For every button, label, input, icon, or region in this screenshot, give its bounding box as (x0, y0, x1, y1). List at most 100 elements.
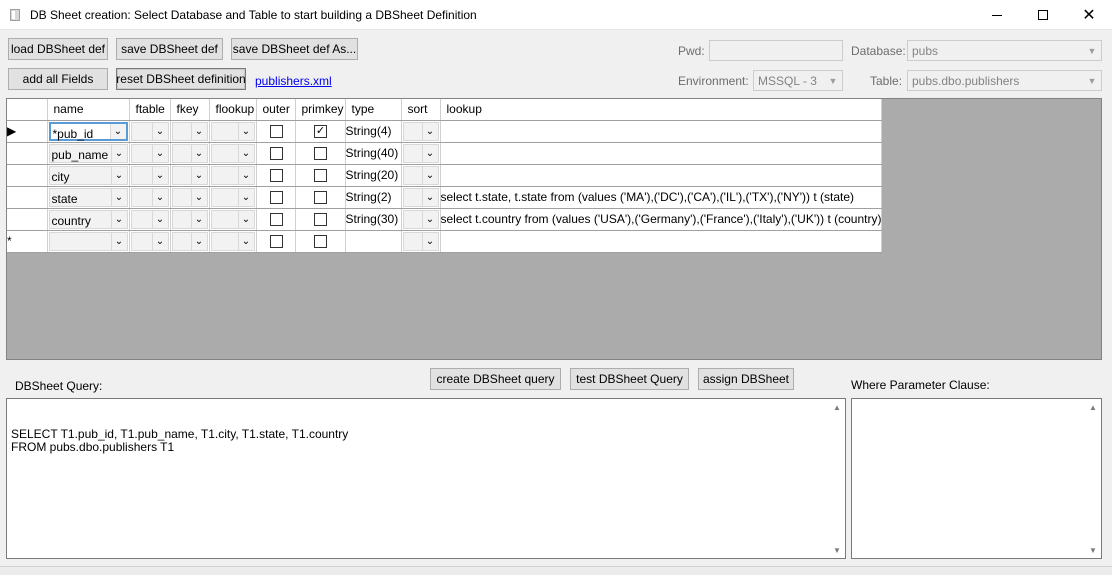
type-cell[interactable]: String(20) (345, 164, 402, 187)
flookup-combo[interactable]: ⌄ (210, 165, 255, 185)
chevron-down-icon[interactable]: ⌄ (151, 144, 168, 162)
flookup-cell[interactable]: ⌄ (209, 230, 257, 253)
scroll-down-icon[interactable]: ▼ (831, 544, 843, 556)
lookup-cell[interactable] (440, 142, 883, 165)
row-indicator[interactable]: * (7, 230, 48, 253)
lookup-cell[interactable]: select t.state, t.state from (values ('M… (440, 186, 883, 209)
type-cell[interactable]: String(2) (345, 186, 402, 209)
fkey-cell[interactable]: ⌄ (170, 120, 210, 143)
name-cell[interactable]: state ⌄ (47, 186, 130, 209)
table-row[interactable]: city ⌄ ⌄ ⌄ ⌄ String(20) ⌄ (7, 164, 883, 187)
sort-combo[interactable]: ⌄ (402, 187, 439, 207)
flookup-cell[interactable]: ⌄ (209, 186, 257, 209)
chevron-down-icon[interactable]: ⌄ (237, 232, 254, 250)
chevron-down-icon[interactable]: ⌄ (190, 232, 207, 250)
flookup-combo[interactable]: ⌄ (210, 121, 255, 141)
sort-cell[interactable]: ⌄ (401, 208, 441, 231)
maximize-button[interactable] (1020, 0, 1066, 30)
column-header-name[interactable]: name (47, 99, 130, 121)
sort-combo[interactable]: ⌄ (402, 209, 439, 229)
fkey-combo[interactable]: ⌄ (171, 231, 208, 251)
chevron-down-icon[interactable]: ⌄ (237, 210, 254, 228)
flookup-cell[interactable]: ⌄ (209, 142, 257, 165)
chevron-down-icon[interactable]: ⌄ (151, 166, 168, 184)
chevron-down-icon[interactable]: ⌄ (109, 123, 126, 139)
outer-checkbox[interactable] (269, 169, 283, 182)
outer-checkbox[interactable] (269, 147, 283, 160)
name-combo[interactable]: country ⌄ (48, 209, 128, 229)
lookup-cell[interactable] (440, 120, 883, 143)
fkey-cell[interactable]: ⌄ (170, 186, 210, 209)
fkey-cell[interactable]: ⌄ (170, 230, 210, 253)
load-dbsheet-def-button[interactable]: load DBSheet def (8, 38, 108, 60)
chevron-down-icon[interactable]: ⌄ (151, 210, 168, 228)
table-row[interactable]: state ⌄ ⌄ ⌄ ⌄ String(2) ⌄ select t.state, t.sta… (7, 186, 883, 209)
sort-cell[interactable]: ⌄ (401, 142, 441, 165)
table-row[interactable]: pub_name ⌄ ⌄ ⌄ ⌄ String(40) ⌄ (7, 142, 883, 165)
chevron-down-icon[interactable]: ⌄ (151, 232, 168, 250)
name-cell[interactable]: pub_name ⌄ (47, 142, 130, 165)
type-cell[interactable]: String(30) (345, 208, 402, 231)
fkey-combo[interactable]: ⌄ (171, 143, 208, 163)
column-header-flookup[interactable]: flookup (209, 99, 257, 121)
primkey-checkbox[interactable] (314, 191, 327, 204)
type-cell[interactable]: String(4) (345, 120, 402, 143)
primkey-cell[interactable] (295, 208, 346, 231)
primkey-cell[interactable] (295, 230, 346, 253)
ftable-combo[interactable]: ⌄ (130, 209, 169, 229)
chevron-down-icon[interactable]: ⌄ (190, 210, 207, 228)
save-dbsheet-def-button[interactable]: save DBSheet def (116, 38, 223, 60)
type-cell[interactable]: String(40) (345, 142, 402, 165)
ftable-cell[interactable]: ⌄ (129, 120, 171, 143)
name-cell[interactable]: *pub_id ⌄ (47, 120, 130, 143)
chevron-down-icon[interactable]: ⌄ (421, 144, 438, 162)
outer-cell[interactable] (256, 186, 296, 209)
outer-cell[interactable] (256, 142, 296, 165)
outer-checkbox[interactable] (269, 125, 283, 138)
chevron-down-icon[interactable]: ⌄ (110, 210, 127, 228)
column-header-sort[interactable]: sort (401, 99, 441, 121)
chevron-down-icon[interactable]: ⌄ (237, 122, 254, 140)
sort-combo[interactable]: ⌄ (402, 231, 439, 251)
ftable-cell[interactable]: ⌄ (129, 230, 171, 253)
chevron-down-icon[interactable]: ⌄ (421, 210, 438, 228)
chevron-down-icon[interactable]: ⌄ (421, 122, 438, 140)
primkey-cell[interactable] (295, 186, 346, 209)
primkey-checkbox[interactable] (314, 235, 327, 248)
primkey-cell[interactable] (295, 164, 346, 187)
sort-cell[interactable]: ⌄ (401, 186, 441, 209)
outer-checkbox[interactable] (269, 191, 283, 204)
fkey-combo[interactable]: ⌄ (171, 187, 208, 207)
primkey-checkbox[interactable] (314, 147, 327, 160)
column-header-outer[interactable]: outer (256, 99, 296, 121)
table-row[interactable]: country ⌄ ⌄ ⌄ ⌄ String(30) ⌄ select t.country f… (7, 208, 883, 231)
dbsheet-query-textarea[interactable]: SELECT T1.pub_id, T1.pub_name, T1.city, … (6, 398, 846, 559)
column-header-fkey[interactable]: fkey (170, 99, 210, 121)
save-dbsheet-def-as-button[interactable]: save DBSheet def As... (231, 38, 358, 60)
primkey-cell[interactable] (295, 142, 346, 165)
scroll-down-icon[interactable]: ▼ (1087, 544, 1099, 556)
chevron-down-icon[interactable]: ⌄ (237, 188, 254, 206)
name-cell[interactable]: country ⌄ (47, 208, 130, 231)
create-dbsheet-query-button[interactable]: create DBSheet query (430, 368, 561, 390)
name-combo[interactable]: *pub_id ⌄ (48, 121, 128, 141)
ftable-cell[interactable]: ⌄ (129, 208, 171, 231)
chevron-down-icon[interactable]: ⌄ (421, 188, 438, 206)
name-cell[interactable]: city ⌄ (47, 164, 130, 187)
database-select[interactable]: pubs ▼ (907, 40, 1102, 61)
chevron-down-icon[interactable]: ⌄ (421, 232, 438, 250)
row-indicator[interactable] (7, 142, 48, 165)
ftable-cell[interactable]: ⌄ (129, 186, 171, 209)
assign-dbsheet-button[interactable]: assign DBSheet (698, 368, 794, 390)
chevron-down-icon[interactable]: ⌄ (151, 188, 168, 206)
lookup-cell[interactable] (440, 230, 883, 253)
ftable-combo[interactable]: ⌄ (130, 143, 169, 163)
scroll-up-icon[interactable]: ▲ (1087, 401, 1099, 413)
flookup-combo[interactable]: ⌄ (210, 231, 255, 251)
chevron-down-icon[interactable]: ⌄ (110, 188, 127, 206)
chevron-down-icon[interactable]: ⌄ (421, 166, 438, 184)
field-definition-grid[interactable]: name ftable fkey flookup outer primkey t… (6, 98, 1102, 360)
outer-checkbox[interactable] (269, 235, 283, 248)
sort-cell[interactable]: ⌄ (401, 164, 441, 187)
table-row[interactable]: * ⌄ ⌄ ⌄ ⌄ ⌄ (7, 230, 883, 253)
